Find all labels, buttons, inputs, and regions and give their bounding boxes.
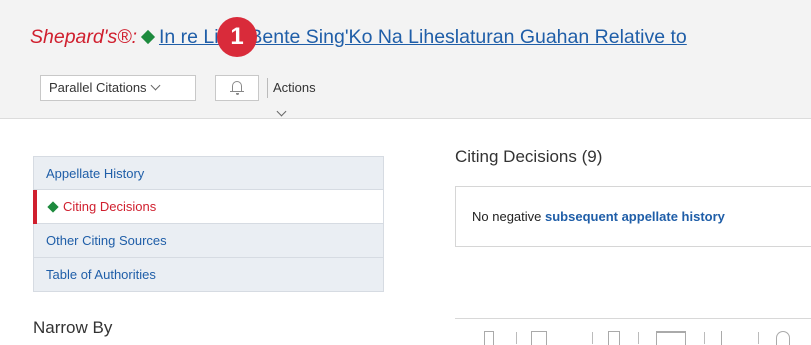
- nav-item-label: Other Citing Sources: [46, 233, 167, 248]
- nav-item-other-citing-sources[interactable]: Other Citing Sources: [33, 224, 384, 258]
- actions-menu[interactable]: Actions: [273, 75, 316, 127]
- results-toolbar-divider: [455, 318, 811, 319]
- chevron-down-icon: [150, 80, 160, 91]
- print-icon[interactable]: [776, 331, 790, 345]
- nav-item-appellate-history[interactable]: Appellate History: [33, 156, 384, 190]
- notice-text-row: No negative subsequent appellate history: [472, 209, 725, 224]
- nav-item-label: Appellate History: [46, 166, 145, 181]
- nav-item-label: Citing Decisions: [63, 199, 157, 214]
- toolbar-separator: [592, 332, 593, 344]
- download-icon[interactable]: [721, 331, 729, 345]
- select-checkbox-icon[interactable]: [484, 331, 494, 345]
- toolbar-separator: [704, 332, 705, 344]
- positive-treatment-diamond-icon: [47, 200, 59, 213]
- nav-item-label: Table of Authorities: [46, 267, 156, 282]
- notice-text: No negative: [472, 209, 542, 224]
- toolbar-separator: [758, 332, 759, 344]
- bell-icon: [230, 81, 244, 92]
- positive-treatment-diamond-icon: [140, 30, 156, 45]
- email-icon[interactable]: [656, 331, 686, 345]
- case-title-row: Shepard's®: In re Lina' Bente Sing'Ko Na …: [30, 24, 687, 50]
- actions-label: Actions: [273, 80, 316, 95]
- shepards-label: Shepard's®:: [30, 26, 137, 48]
- parallel-citations-label: Parallel Citations: [49, 80, 147, 95]
- parallel-citations-dropdown[interactable]: Parallel Citations: [40, 75, 196, 101]
- appellate-history-notice: No negative subsequent appellate history: [455, 186, 811, 247]
- section-title: Citing Decisions (9): [455, 147, 603, 166]
- toolbar-divider: [267, 78, 268, 98]
- callout-badge: 1: [217, 17, 257, 57]
- document-icon[interactable]: [608, 331, 620, 345]
- bell-clapper: [236, 93, 239, 95]
- folder-icon[interactable]: [531, 331, 547, 345]
- alert-bell-button[interactable]: [215, 75, 259, 101]
- document-header: Shepard's®: In re Lina' Bente Sing'Ko Na …: [0, 0, 811, 119]
- chevron-down-icon: [276, 106, 287, 117]
- nav-item-citing-decisions[interactable]: Citing Decisions: [33, 190, 384, 224]
- narrow-by-heading: Narrow By: [33, 318, 113, 337]
- toolbar-separator: [516, 332, 517, 344]
- report-navigation: Appellate History Citing Decisions Other…: [33, 156, 384, 292]
- subsequent-appellate-history-link[interactable]: subsequent appellate history: [545, 209, 725, 224]
- toolbar-separator: [638, 332, 639, 344]
- nav-item-table-of-authorities[interactable]: Table of Authorities: [33, 258, 384, 292]
